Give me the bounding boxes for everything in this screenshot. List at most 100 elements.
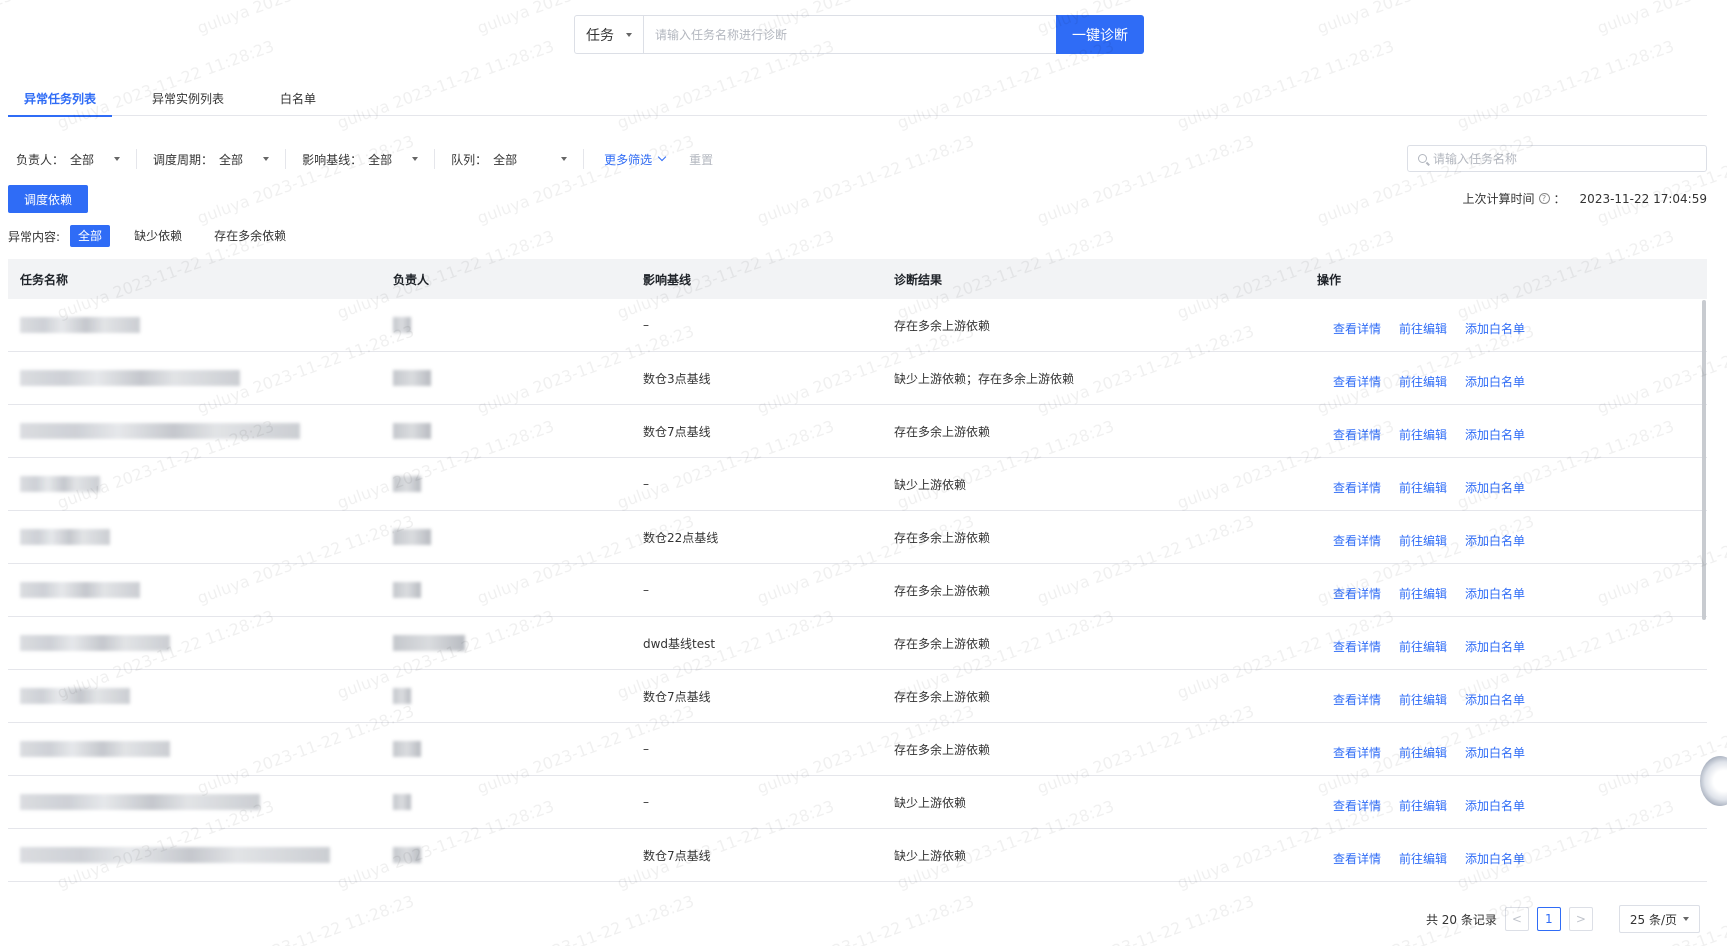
reset-button[interactable]: 重置 [689, 151, 713, 168]
page-size-value: 25 条/页 [1629, 912, 1677, 927]
task-name-cell[interactable] [8, 423, 393, 439]
last-calc-value: 2023-11-22 17:04:59 [1579, 191, 1707, 206]
search-type-select[interactable]: 任务 [575, 16, 644, 53]
view-detail-link[interactable]: 查看详情 [1333, 744, 1381, 761]
add-whitelist-link[interactable]: 添加白名单 [1465, 479, 1525, 496]
total-records: 共 20 条记录 [1425, 912, 1497, 927]
view-detail-link[interactable]: 查看详情 [1333, 426, 1381, 443]
prev-page-button[interactable]: < [1504, 907, 1529, 931]
redacted-owner [393, 635, 465, 651]
go-edit-link[interactable]: 前往编辑 [1399, 320, 1447, 337]
filter-baseline[interactable]: 影响基线： 全部 [294, 146, 426, 172]
column-header-actions: 操作 [1317, 272, 1342, 287]
add-whitelist-link[interactable]: 添加白名单 [1465, 373, 1525, 390]
redacted-owner [393, 370, 431, 386]
view-detail-link[interactable]: 查看详情 [1333, 638, 1381, 655]
result-cell: 缺少上游依赖；存在多余上游依赖 [894, 371, 1075, 386]
schedule-dependency-button[interactable]: 调度依赖 [8, 185, 88, 213]
add-whitelist-link[interactable]: 添加白名单 [1465, 797, 1525, 814]
view-detail-link[interactable]: 查看详情 [1333, 532, 1381, 549]
go-edit-link[interactable]: 前往编辑 [1399, 638, 1447, 655]
tab-abnormal-instances[interactable]: 异常实例列表 [136, 86, 240, 116]
view-detail-link[interactable]: 查看详情 [1333, 797, 1381, 814]
diagnose-search-input[interactable] [644, 16, 1056, 53]
page-size-select[interactable]: 25 条/页 [1618, 905, 1700, 933]
task-name-search-input[interactable] [1433, 151, 1706, 166]
add-whitelist-link[interactable]: 添加白名单 [1465, 426, 1525, 443]
view-detail-link[interactable]: 查看详情 [1333, 320, 1381, 337]
go-edit-link[interactable]: 前往编辑 [1399, 850, 1447, 867]
task-name-cell[interactable] [8, 794, 393, 810]
add-whitelist-link[interactable]: 添加白名单 [1465, 744, 1525, 761]
pagination: 共 20 条记录 < 1 > 25 条/页 [1426, 905, 1700, 933]
filter-queue[interactable]: 队列： 全部 [443, 146, 575, 172]
task-name-cell[interactable] [8, 688, 393, 704]
result-cell: 存在多余上游依赖 [894, 583, 991, 598]
go-edit-link[interactable]: 前往编辑 [1399, 532, 1447, 549]
next-page-button[interactable]: > [1568, 907, 1593, 931]
task-name-cell[interactable] [8, 635, 393, 651]
go-edit-link[interactable]: 前往编辑 [1399, 373, 1447, 390]
one-click-diagnose-button[interactable]: 一键诊断 [1056, 15, 1144, 54]
table-row: – 缺少上游依赖 查看详情 前往编辑 添加白名单 [8, 776, 1707, 829]
page-1-button[interactable]: 1 [1536, 907, 1561, 931]
go-edit-link[interactable]: 前往编辑 [1399, 797, 1447, 814]
caret-down-icon [412, 157, 419, 161]
go-edit-link[interactable]: 前往编辑 [1399, 744, 1447, 761]
filter-divider [434, 149, 436, 169]
caret-down-icon [1683, 917, 1689, 921]
baseline-cell: 数仓7点基线 [643, 848, 711, 863]
filter-owner[interactable]: 负责人： 全部 [8, 146, 128, 172]
filter-cycle[interactable]: 调度周期： 全部 [145, 146, 277, 172]
last-calc-time: 上次计算时间 ? ： 2023-11-22 17:04:59 [1463, 190, 1707, 207]
add-whitelist-link[interactable]: 添加白名单 [1465, 532, 1525, 549]
owner-cell [393, 317, 643, 333]
task-name-cell[interactable] [8, 582, 393, 598]
add-whitelist-link[interactable]: 添加白名单 [1465, 320, 1525, 337]
tab-abnormal-tasks[interactable]: 异常任务列表 [8, 86, 113, 117]
add-whitelist-link[interactable]: 添加白名单 [1465, 585, 1525, 602]
filter-cycle-value: 全部 [219, 152, 244, 167]
tab-whitelist[interactable]: 白名单 [264, 86, 332, 116]
add-whitelist-link[interactable]: 添加白名单 [1465, 691, 1525, 708]
abnormal-content-filter: 异常内容: 全部 缺少依赖 存在多余依赖 [8, 225, 302, 247]
chip-redundant-dependency[interactable]: 存在多余依赖 [206, 225, 294, 247]
result-cell: 缺少上游依赖 [894, 477, 967, 492]
watermark-text: guluya 2023-11-22 11:28:23 [1594, 0, 1727, 38]
result-cell: 缺少上游依赖 [894, 795, 967, 810]
go-edit-link[interactable]: 前往编辑 [1399, 479, 1447, 496]
more-filters-button[interactable]: 更多筛选 [592, 151, 667, 168]
chip-all[interactable]: 全部 [70, 225, 111, 247]
add-whitelist-link[interactable]: 添加白名单 [1465, 850, 1525, 867]
result-cell: 存在多余上游依赖 [894, 318, 991, 333]
task-name-cell[interactable] [8, 317, 393, 333]
task-name-cell[interactable] [8, 370, 393, 386]
task-name-cell[interactable] [8, 529, 393, 545]
chip-missing-dependency[interactable]: 缺少依赖 [126, 225, 190, 247]
owner-cell [393, 370, 643, 386]
view-detail-link[interactable]: 查看详情 [1333, 850, 1381, 867]
task-name-cell[interactable] [8, 741, 393, 757]
task-name-cell[interactable] [8, 476, 393, 492]
go-edit-link[interactable]: 前往编辑 [1399, 585, 1447, 602]
view-detail-link[interactable]: 查看详情 [1333, 479, 1381, 496]
watermark-text: guluya 2023-11-22 11:28:23 [1174, 36, 1397, 133]
view-detail-link[interactable]: 查看详情 [1333, 373, 1381, 390]
view-detail-link[interactable]: 查看详情 [1333, 691, 1381, 708]
table-scrollbar[interactable] [1702, 300, 1706, 620]
redacted-task-name [20, 476, 100, 492]
go-edit-link[interactable]: 前往编辑 [1399, 426, 1447, 443]
task-name-cell[interactable] [8, 847, 393, 863]
filter-bar: 负责人： 全部 调度周期： 全部 影响基线： 全部 队列： 全部 更多筛选 重置 [8, 146, 713, 172]
redacted-owner [393, 582, 421, 598]
view-detail-link[interactable]: 查看详情 [1333, 585, 1381, 602]
actions-cell: 查看详情 前往编辑 添加白名单 [1317, 426, 1707, 443]
help-icon[interactable]: ? [1538, 193, 1550, 204]
actions-cell: 查看详情 前往编辑 添加白名单 [1317, 532, 1707, 549]
actions-cell: 查看详情 前往编辑 添加白名单 [1317, 691, 1707, 708]
redacted-task-name [20, 317, 140, 333]
result-cell: 存在多余上游依赖 [894, 424, 991, 439]
go-edit-link[interactable]: 前往编辑 [1399, 691, 1447, 708]
filter-cycle-label: 调度周期： [153, 152, 214, 167]
add-whitelist-link[interactable]: 添加白名单 [1465, 638, 1525, 655]
